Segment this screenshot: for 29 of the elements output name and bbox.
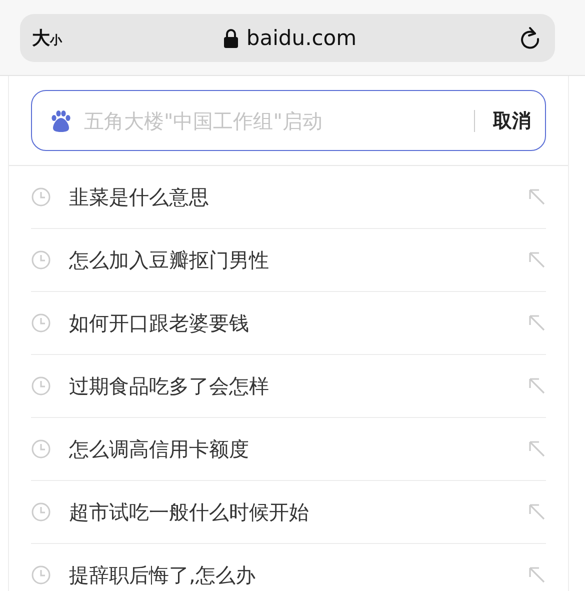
clock-icon <box>31 565 51 585</box>
lock-icon <box>224 28 238 48</box>
address-bar[interactable]: 大小 baidu.com <box>20 14 555 62</box>
arrow-icon[interactable] <box>528 503 546 521</box>
arrow-icon[interactable] <box>528 440 546 458</box>
clock-icon <box>31 250 51 270</box>
history-item[interactable]: 怎么调高信用卡额度 <box>69 436 528 462</box>
paw-icon <box>50 110 72 132</box>
history-item[interactable]: 提辞职后悔了,怎么办 <box>69 562 528 588</box>
arrow-icon[interactable] <box>528 566 546 584</box>
cancel-button[interactable]: 取消 <box>485 108 531 134</box>
clock-icon <box>31 376 51 396</box>
clock-icon <box>31 439 51 459</box>
clock-icon <box>31 313 51 333</box>
arrow-icon[interactable] <box>528 377 546 395</box>
history-item[interactable]: 如何开口跟老婆要钱 <box>69 310 528 336</box>
history-item[interactable]: 韭菜是什么意思 <box>69 184 528 210</box>
url-text[interactable]: baidu.com <box>246 26 357 50</box>
arrow-icon[interactable] <box>528 314 546 332</box>
clock-icon <box>31 502 51 522</box>
arrow-icon[interactable] <box>528 188 546 206</box>
arrow-icon[interactable] <box>528 251 546 269</box>
history-item[interactable]: 超市试吃一般什么时候开始 <box>69 498 528 526</box>
history-item[interactable]: 过期食品吃多了会怎样 <box>69 372 528 400</box>
history-item[interactable]: 怎么加入豆瓣抠门男性 <box>69 246 528 274</box>
clock-icon <box>31 187 51 207</box>
text-size-button[interactable]: 大小 <box>32 26 62 50</box>
search-field[interactable]: 五角大楼"中国工作组"启动 取消 <box>31 90 546 151</box>
reload-button[interactable] <box>519 26 541 50</box>
